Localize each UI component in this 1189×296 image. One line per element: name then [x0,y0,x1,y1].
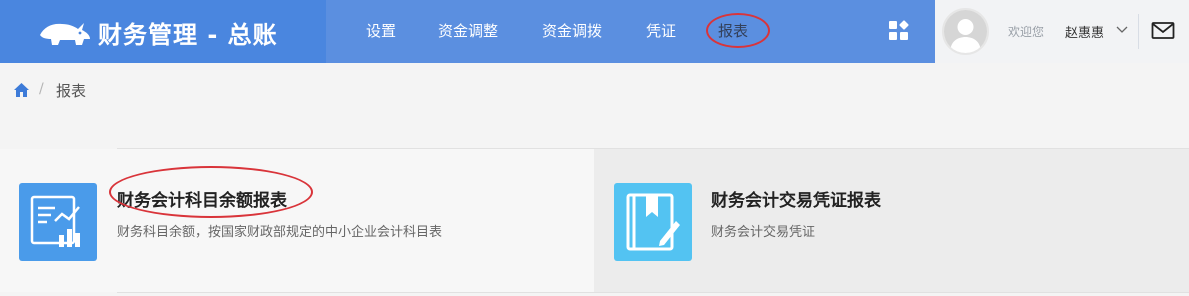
breadcrumb: / 报表 [0,63,1189,115]
nav-item-settings[interactable]: 设置 [366,20,396,41]
annotation-circle-reports [706,13,770,48]
header-divider [1138,14,1139,49]
app-title: 财务管理 - 总账 [98,21,278,49]
apps-grid-icon[interactable] [888,20,910,42]
user-silhouette-icon [944,10,987,53]
breadcrumb-current: 报表 [56,82,87,100]
avatar[interactable] [942,8,989,55]
rhino-logo-icon [40,23,90,45]
chevron-down-icon[interactable] [1115,22,1129,36]
home-icon[interactable] [13,82,30,98]
nav-item-voucher[interactable]: 凭证 [646,20,676,41]
annotation-circle-balance-report [109,166,313,218]
nav-item-fund-transfer[interactable]: 资金调拨 [542,20,602,41]
nav-item-fund-adjust[interactable]: 资金调整 [438,20,498,41]
welcome-text: 欢迎您 [1008,25,1045,39]
voucher-book-icon[interactable] [614,183,692,261]
breadcrumb-separator: / [39,81,44,97]
user-area: 欢迎您 赵惠惠 [935,0,1189,63]
report-title-voucher[interactable]: 财务会计交易凭证报表 [711,186,881,211]
brand-area[interactable]: 财务管理 - 总账 [0,0,326,63]
username[interactable]: 赵惠惠 [1065,22,1104,41]
report-desc-voucher: 财务会计交易凭证 [711,225,816,240]
mail-icon[interactable] [1151,21,1175,41]
report-desc-balance: 财务科目余额，按国家财政部规定的中小企业会计科目表 [117,225,443,240]
report-chart-icon[interactable] [19,183,97,261]
